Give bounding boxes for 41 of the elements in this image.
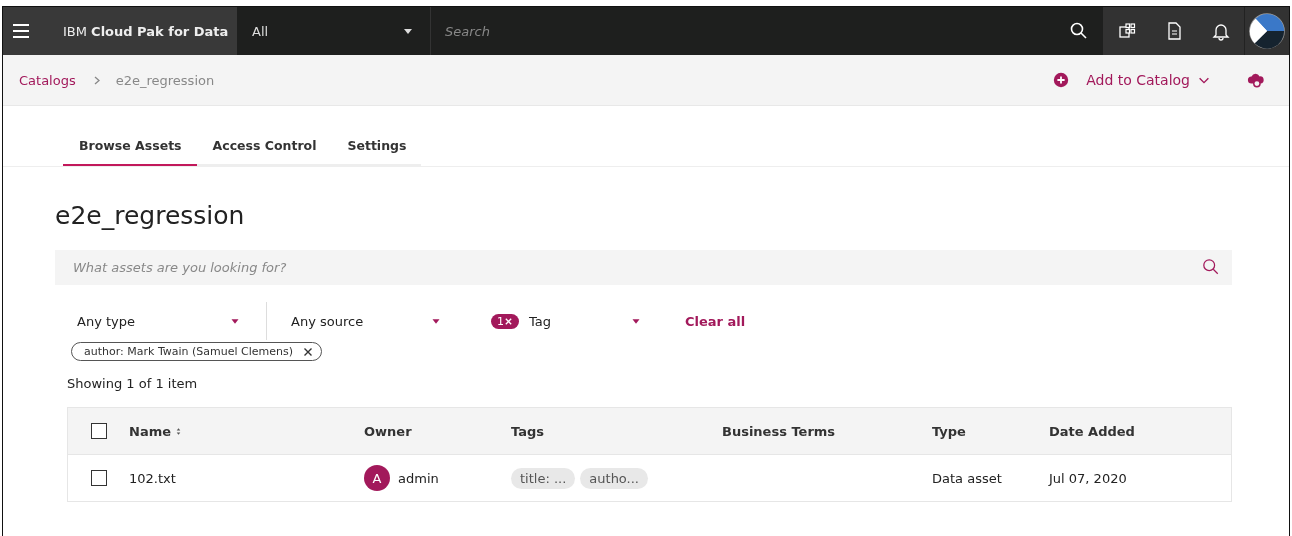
apps-icon[interactable]	[1116, 21, 1137, 41]
filter-dropdown[interactable]: Any source	[267, 302, 467, 340]
page-title: e2e_regression	[55, 201, 246, 230]
table-cell: admin	[398, 470, 439, 486]
tag[interactable]: autho...	[580, 467, 648, 489]
sort-icon[interactable]	[174, 426, 183, 436]
result-count: Showing 1 of 1 item	[67, 376, 199, 391]
checkbox[interactable]	[91, 423, 107, 439]
owner-avatar: A	[364, 465, 390, 491]
tab[interactable]: Browse Assets	[63, 138, 197, 166]
column-header[interactable]: Name	[129, 423, 183, 439]
table-cell: Jul 07, 2020	[1049, 470, 1127, 486]
add-to-catalog-button[interactable]: Add to Catalog	[1052, 71, 1211, 89]
checkbox[interactable]	[91, 470, 107, 486]
filter-dropdown[interactable]: 1 Tag	[467, 302, 667, 340]
close-icon[interactable]	[303, 346, 314, 357]
menu-icon[interactable]	[11, 21, 31, 41]
search-field[interactable]: Search	[431, 7, 1055, 56]
column-header: Tags	[511, 423, 544, 439]
search-icon[interactable]	[1202, 258, 1220, 276]
bell-icon[interactable]	[1210, 21, 1231, 41]
cloud-icon[interactable]	[1247, 71, 1265, 89]
clear-all-link[interactable]: Clear all	[685, 313, 746, 329]
tag[interactable]: title: ...	[511, 467, 576, 489]
tab[interactable]: Settings	[331, 138, 422, 166]
column-header: Date Added	[1049, 423, 1135, 439]
search-icon[interactable]	[1069, 21, 1089, 41]
asset-search-field[interactable]: What assets are you looking for?	[55, 250, 1232, 285]
breadcrumb-current: e2e_regression	[115, 72, 215, 88]
table-cell: 102.txt	[129, 470, 176, 486]
column-header: Owner	[364, 423, 412, 439]
filter-dropdown[interactable]: Any type	[67, 302, 267, 340]
plus-circle-icon[interactable]	[1052, 71, 1071, 89]
table-cell: Data asset	[932, 470, 1002, 486]
column-header: Business Terms	[722, 423, 836, 439]
tab[interactable]: Access Control	[196, 138, 332, 166]
avatar-icon[interactable]	[1248, 12, 1286, 50]
column-header: Type	[932, 423, 966, 439]
breadcrumb-link[interactable]: Catalogs	[19, 72, 76, 88]
scope-dropdown[interactable]: All	[237, 7, 431, 55]
filter-count-badge[interactable]: 1	[491, 313, 519, 329]
